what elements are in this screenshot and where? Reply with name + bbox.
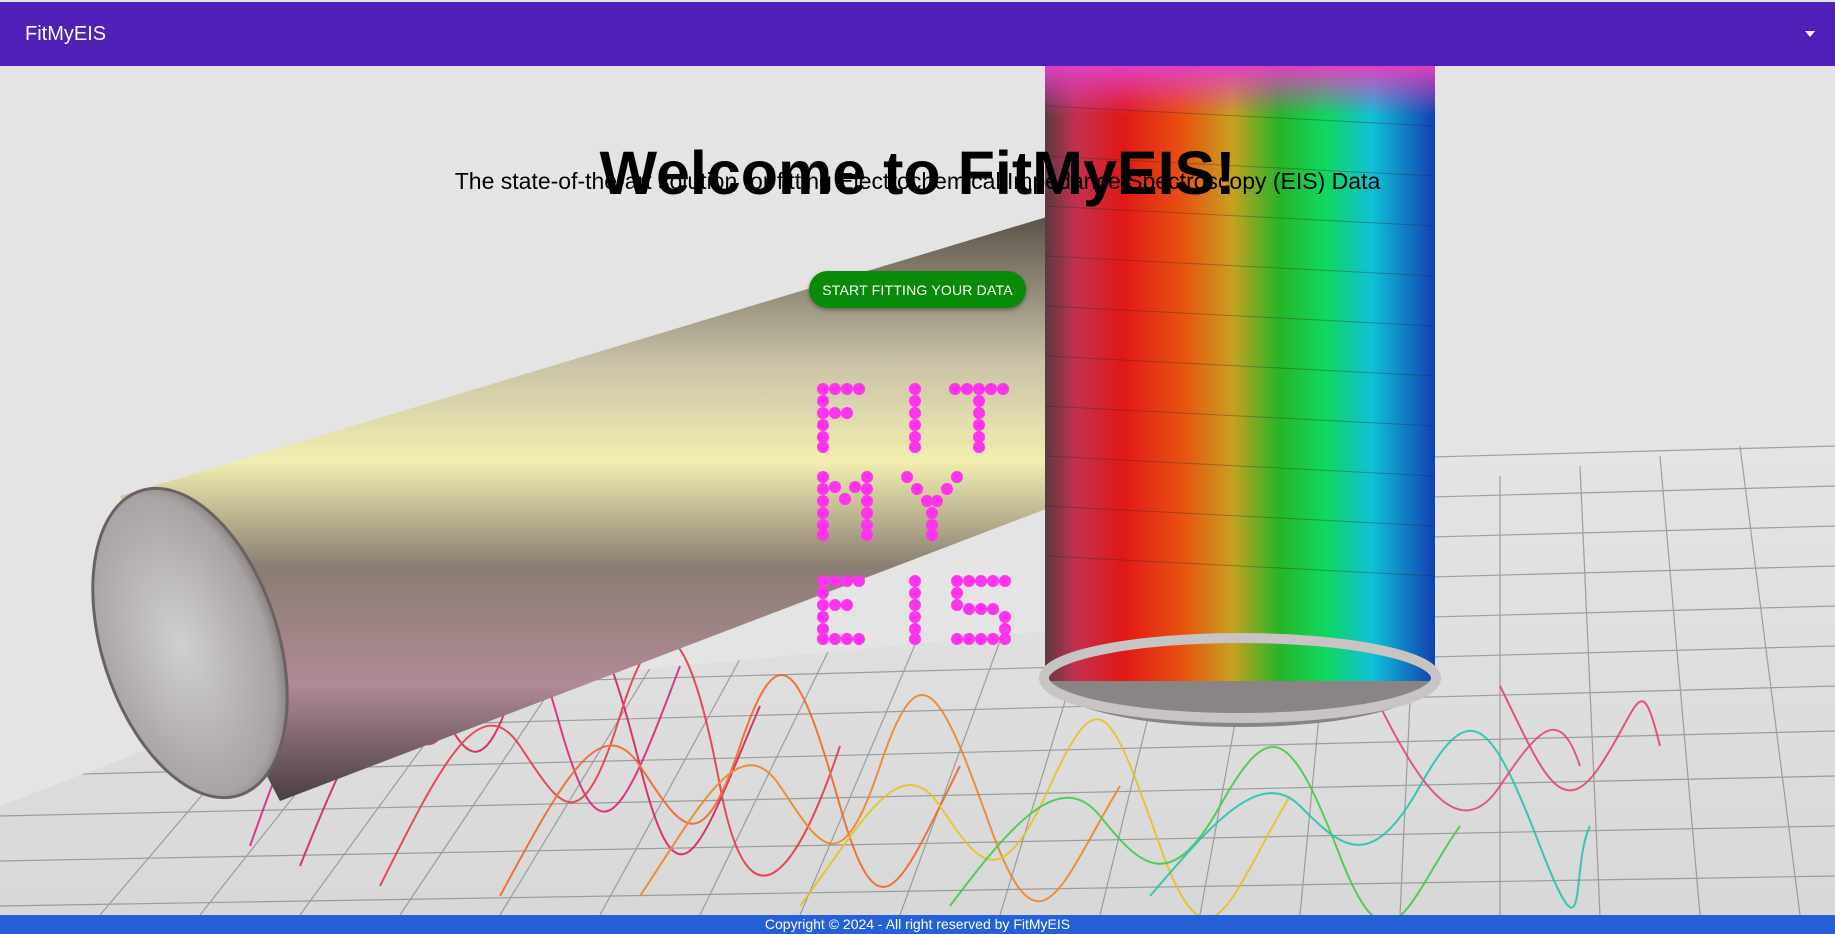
fitmyeis-dotted-logo [817,383,1011,645]
caret-down-icon [1805,31,1815,37]
start-fitting-button[interactable]: START FITTING YOUR DATA [809,271,1026,308]
top-navbar: FitMyEIS [0,0,1835,66]
brand-link[interactable]: FitMyEIS [25,23,106,46]
copyright-text: Copyright © 2024 - All right reserved by… [764,916,1071,932]
nav-menu-toggle[interactable] [1795,19,1825,49]
page-subtitle: The state-of-the-art solution for fittin… [454,168,1381,194]
site-footer: Copyright © 2024 - All right reserved by… [0,915,1835,934]
